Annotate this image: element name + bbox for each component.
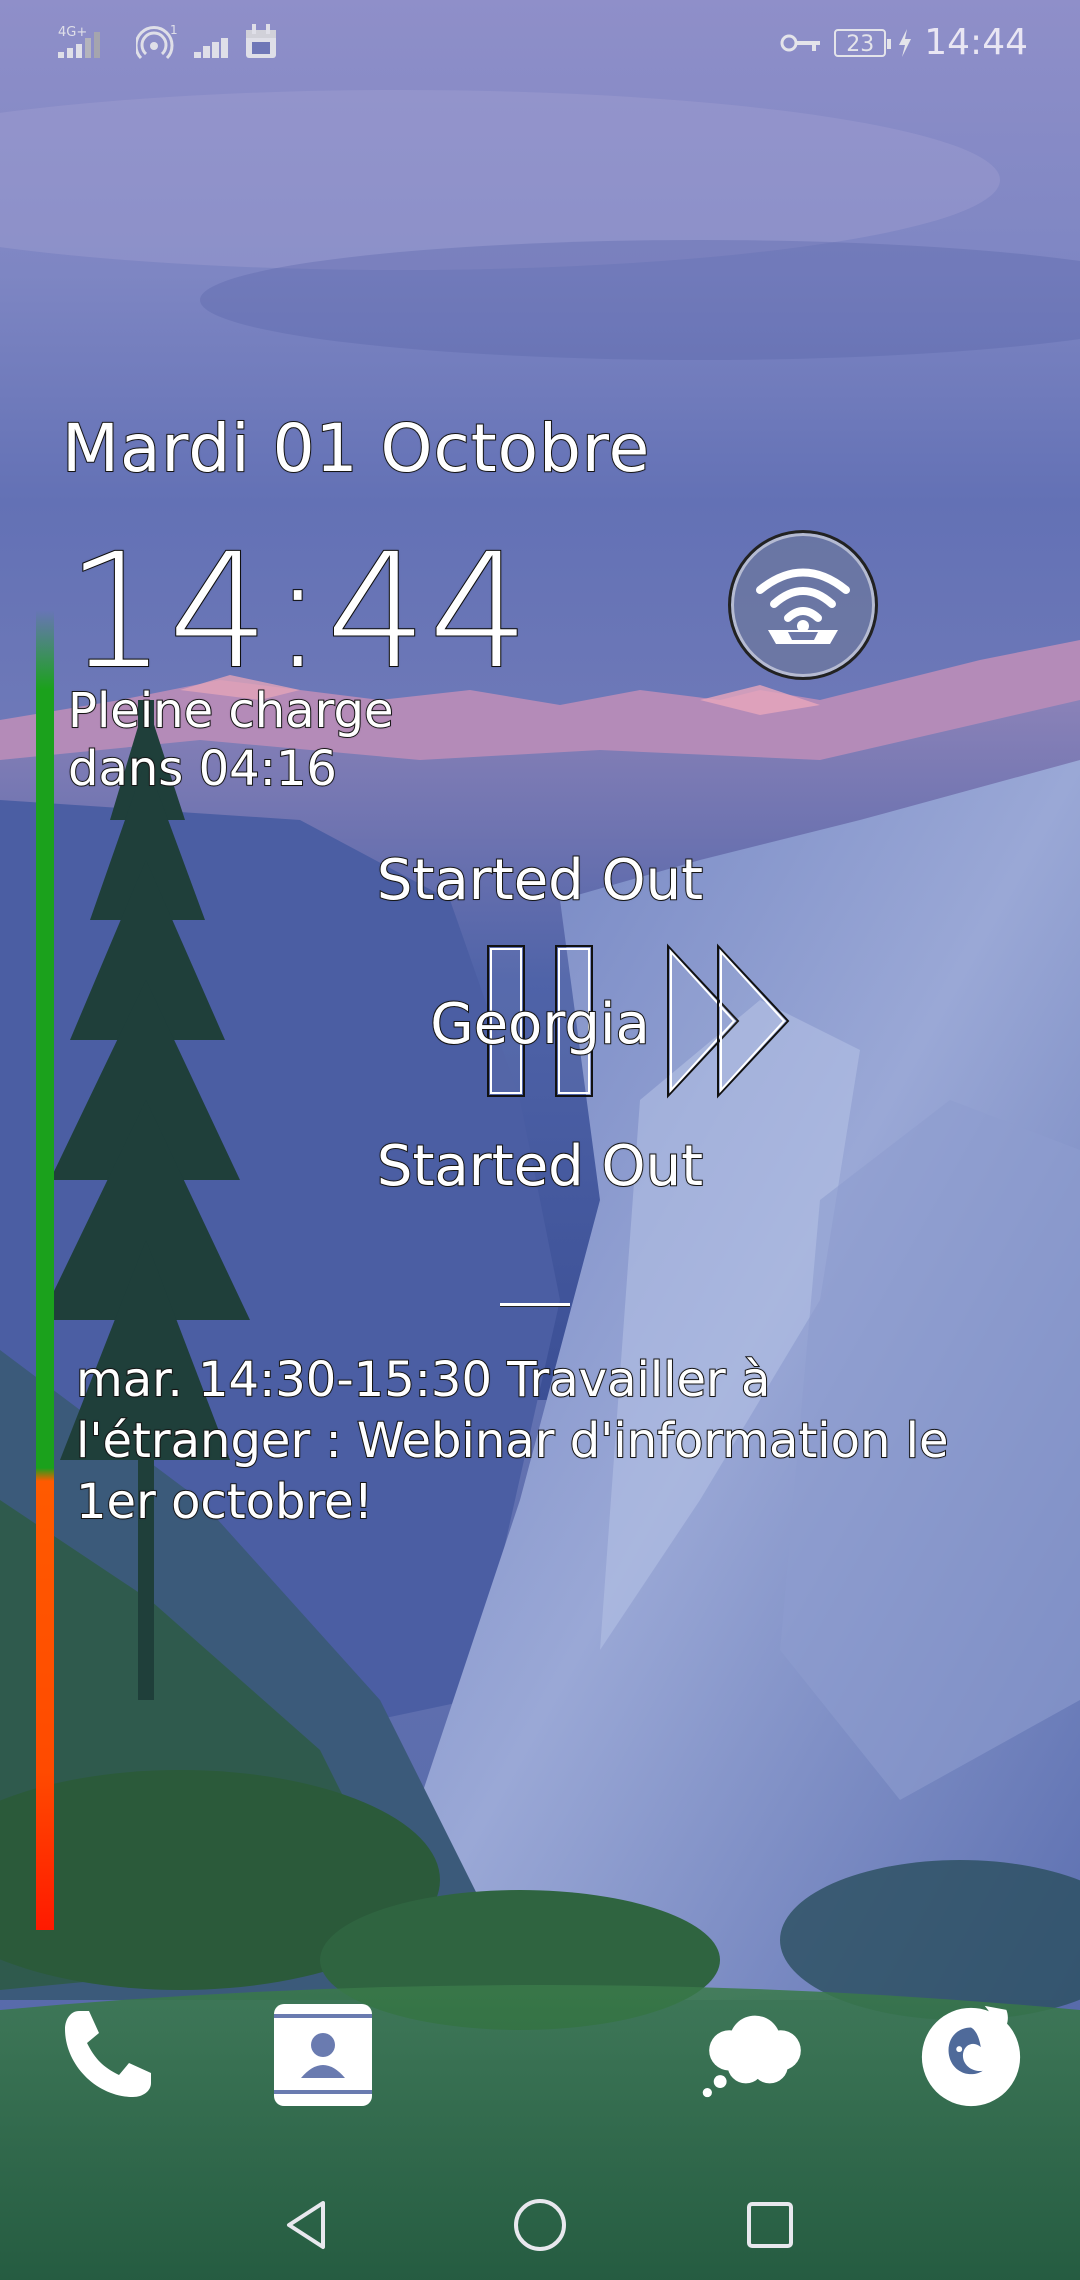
battery-indicator: 23 [834, 28, 892, 57]
messaging-app[interactable] [700, 2000, 810, 2110]
recents-icon [747, 2202, 793, 2248]
track-artist: Georgia [429, 991, 651, 1058]
hotspot-icon: 1 [136, 23, 178, 60]
divider [500, 1303, 570, 1307]
track-title-top: Started Out [376, 847, 704, 914]
contacts-icon [274, 2004, 372, 2106]
track-title-bottom: Started Out [376, 1133, 704, 1200]
network-label: 4G+ [58, 25, 87, 40]
calendar-icon [246, 24, 276, 58]
back-button[interactable] [272, 2190, 342, 2260]
phone-icon [65, 2011, 151, 2097]
firefox-icon [921, 2005, 1021, 2107]
date-label: Mardi 01 Octobre [61, 409, 651, 488]
battery-charge-bar [36, 610, 54, 1930]
status-bar: 4G+ 1 23 14:44 [0, 0, 1080, 90]
status-right: 23 14:44 [780, 22, 1028, 63]
signal-icon: 4G+ [58, 25, 100, 58]
home-icon [514, 2199, 566, 2251]
contacts-app[interactable] [268, 2000, 378, 2110]
equalizer-icon [194, 38, 228, 58]
charge-line-2: dans 04:16 [67, 740, 338, 798]
svg-text:1: 1 [170, 23, 178, 37]
home-button[interactable] [505, 2190, 575, 2260]
wifi-hotspot-icon [756, 568, 850, 644]
back-icon [287, 2201, 325, 2249]
charge-status: Pleine charge dans 04:16 [67, 682, 394, 798]
status-left: 4G+ 1 [58, 22, 278, 62]
status-time: 14:44 [924, 22, 1028, 63]
calendar-event[interactable]: mar. 14:30-15:30 Travailler à l'étranger… [75, 1350, 996, 1533]
wifi-hotspot-button[interactable] [728, 530, 878, 680]
charge-line-1: Pleine charge [67, 682, 394, 740]
charging-bolt-icon [899, 28, 912, 57]
phone-app[interactable] [52, 2000, 162, 2110]
firefox-app[interactable] [916, 2000, 1026, 2110]
vpn-key-icon [780, 34, 821, 51]
clock-time: 14:44 [65, 519, 532, 705]
recents-button[interactable] [735, 2190, 805, 2260]
messaging-icon [702, 2015, 801, 2098]
